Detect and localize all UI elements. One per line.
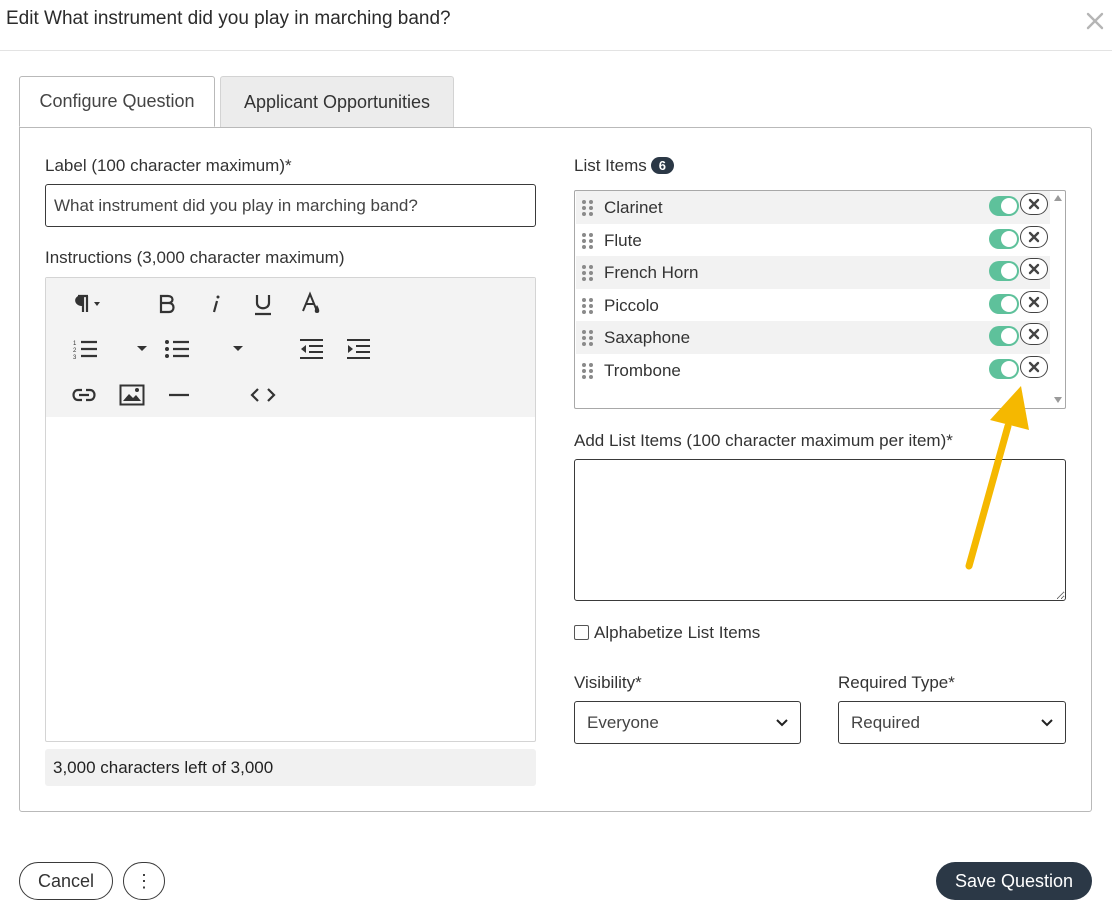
list-scrollbar[interactable] (1051, 191, 1065, 408)
bold-icon[interactable] (152, 289, 182, 319)
close-icon (1028, 296, 1040, 308)
list-item-toggle[interactable] (989, 261, 1019, 281)
indent-icon[interactable] (343, 334, 373, 364)
alphabetize-label[interactable]: Alphabetize List Items (594, 623, 760, 643)
list-item-label: French Horn (604, 262, 699, 282)
close-icon (1028, 198, 1040, 210)
drag-handle-icon[interactable] (582, 199, 594, 216)
unordered-list-icon[interactable] (162, 334, 192, 364)
horizontal-rule-icon[interactable] (164, 380, 194, 410)
close-icon[interactable] (1084, 10, 1106, 32)
list-item[interactable]: Flute (576, 224, 1050, 257)
list-item[interactable]: Piccolo (576, 289, 1050, 322)
more-options-icon: ⋮ (135, 870, 153, 891)
font-color-icon[interactable] (296, 289, 326, 319)
alphabetize-checkbox[interactable] (574, 625, 589, 640)
scroll-down-icon[interactable] (1054, 397, 1062, 403)
list-item-toggle[interactable] (989, 294, 1019, 314)
remove-item-button[interactable] (1020, 258, 1048, 280)
paragraph-icon[interactable] (68, 289, 108, 319)
list-items-count-badge: 6 (650, 157, 674, 174)
close-icon (1028, 263, 1040, 275)
required-type-label: Required Type* (838, 673, 955, 692)
remove-item-button[interactable] (1020, 193, 1048, 215)
scroll-up-icon[interactable] (1054, 195, 1062, 201)
tab-label: Applicant Opportunities (243, 91, 431, 112)
drag-handle-icon[interactable] (582, 362, 594, 379)
list-item[interactable]: French Horn (576, 256, 1050, 289)
list-item-label: Piccolo (604, 295, 659, 315)
list-items-box[interactable]: Clarinet Flute French Horn Piccolo Saxap… (574, 190, 1066, 409)
visibility-selected-value: Everyone (587, 712, 659, 732)
remove-item-button[interactable] (1020, 291, 1048, 313)
header-divider (0, 50, 1112, 51)
list-item-label: Flute (604, 230, 642, 250)
list-item-toggle[interactable] (989, 196, 1019, 216)
close-icon (1028, 328, 1040, 340)
tab-applicant-opportunities[interactable]: Applicant Opportunities (220, 76, 454, 127)
instructions-label: Instructions (3,000 character maximum) (45, 248, 345, 267)
list-item-label: Clarinet (604, 197, 663, 217)
annotation-arrow-icon (965, 386, 1029, 570)
drag-handle-icon[interactable] (582, 329, 594, 346)
list-items-label: List Items 6 (574, 156, 674, 176)
drag-handle-icon[interactable] (582, 297, 594, 314)
save-button-label: Save Question (954, 870, 1074, 891)
editor-toolbar: 123 (46, 278, 535, 417)
save-question-button[interactable]: Save Question (936, 862, 1092, 900)
cancel-button-label: Cancel (37, 870, 95, 891)
list-item-label: Trombone (604, 360, 681, 380)
tab-configure-question[interactable]: Configure Question (19, 76, 215, 127)
character-count: 3,000 characters left of 3,000 (45, 749, 536, 786)
tab-label: Configure Question (39, 91, 195, 111)
more-options-button[interactable]: ⋮ (123, 862, 165, 900)
italic-icon[interactable] (200, 289, 230, 319)
chevron-down-icon (1041, 718, 1053, 726)
cancel-button[interactable]: Cancel (19, 862, 113, 900)
close-icon (1028, 231, 1040, 243)
add-list-items-label: Add List Items (100 character maximum pe… (574, 431, 953, 450)
label-input[interactable] (45, 184, 536, 227)
remove-item-button[interactable] (1020, 356, 1048, 378)
svg-text:1: 1 (73, 341, 77, 347)
list-items-title: List Items (574, 156, 647, 175)
ordered-list-dropdown-icon[interactable] (132, 334, 152, 364)
list-item-toggle[interactable] (989, 359, 1019, 379)
drag-handle-icon[interactable] (582, 264, 594, 281)
code-view-icon[interactable] (248, 380, 278, 410)
remove-item-button[interactable] (1020, 323, 1048, 345)
list-item-toggle[interactable] (989, 326, 1019, 346)
underline-icon[interactable] (248, 289, 278, 319)
label-field-label: Label (100 character maximum)* (45, 156, 292, 175)
image-icon[interactable] (117, 380, 147, 410)
chevron-down-icon (776, 718, 788, 726)
ordered-list-icon[interactable]: 123 (70, 334, 100, 364)
required-type-selected-value: Required (851, 712, 920, 732)
close-icon (1028, 361, 1040, 373)
visibility-select[interactable]: Everyone (574, 701, 801, 744)
svg-text:2: 2 (73, 348, 77, 354)
list-item[interactable]: Clarinet (576, 191, 1050, 224)
drag-handle-icon[interactable] (582, 232, 594, 249)
list-item-label: Saxaphone (604, 327, 691, 347)
modal-title: Edit What instrument did you play in mar… (6, 8, 451, 29)
link-icon[interactable] (69, 380, 99, 410)
outdent-icon[interactable] (296, 334, 326, 364)
remove-item-button[interactable] (1020, 226, 1048, 248)
visibility-label: Visibility* (574, 673, 642, 692)
list-item-toggle[interactable] (989, 229, 1019, 249)
required-type-select[interactable]: Required (838, 701, 1066, 744)
svg-text:3: 3 (73, 355, 77, 360)
list-item[interactable]: Saxaphone (576, 321, 1050, 354)
unordered-list-dropdown-icon[interactable] (228, 334, 248, 364)
